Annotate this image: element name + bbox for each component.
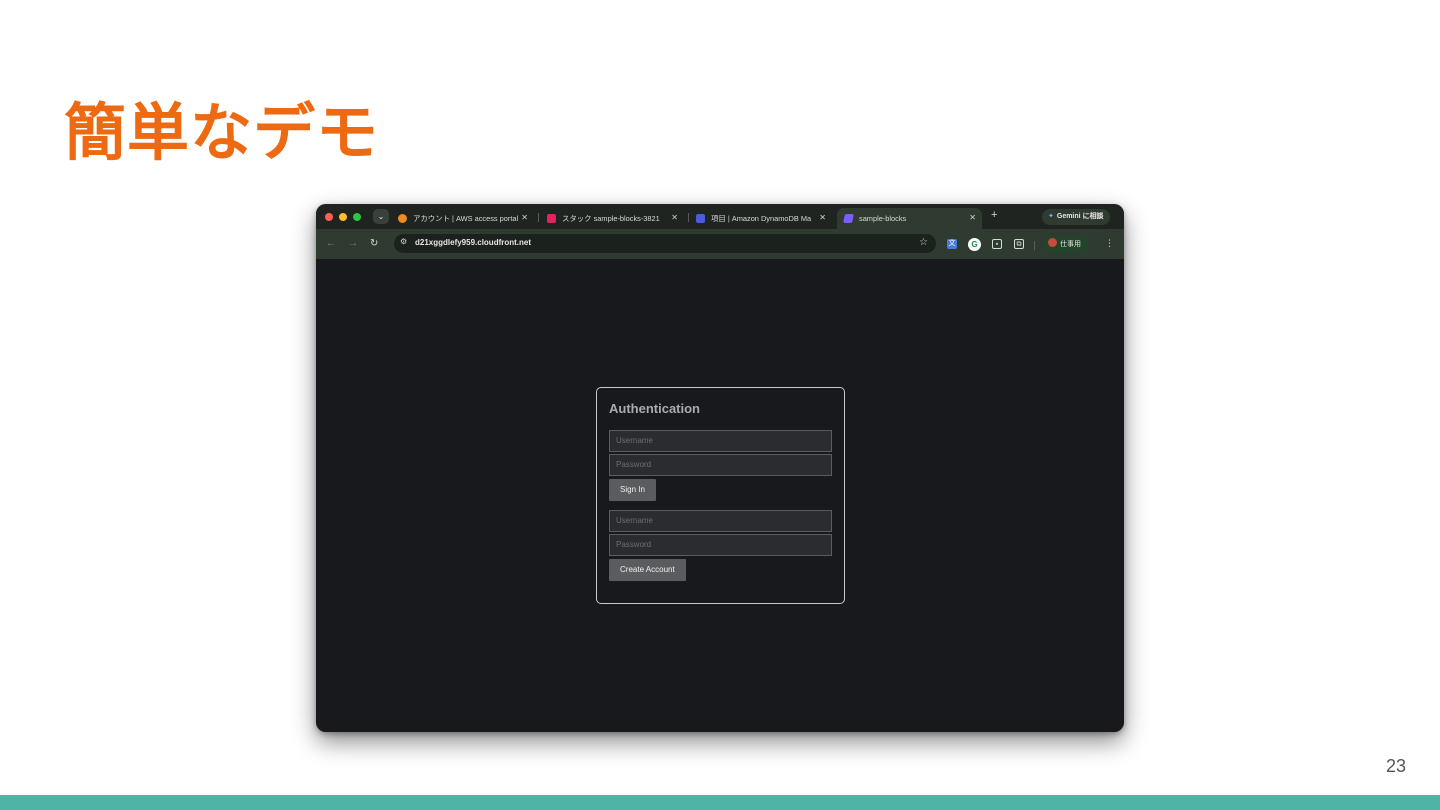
cloudformation-icon — [547, 214, 556, 223]
amplify-icon — [843, 214, 854, 223]
browser-window: ⌄ アカウント | AWS access portal ✕ スタック sampl… — [316, 204, 1124, 732]
tab-label: スタック sample-blocks-3821 — [562, 214, 660, 223]
tab-divider — [688, 213, 689, 222]
profile-button[interactable]: 仕事用 — [1043, 236, 1088, 253]
tab-aws-access-portal[interactable]: アカウント | AWS access portal ✕ — [398, 208, 534, 229]
maximize-window-button[interactable] — [353, 213, 361, 221]
bookmark-star-icon[interactable]: ☆ — [919, 237, 928, 248]
tab-label: sample-blocks — [859, 214, 907, 223]
new-tab-button[interactable]: + — [991, 209, 997, 221]
back-arrow-icon[interactable]: ← — [326, 238, 336, 249]
address-bar[interactable]: ⚙ d21xggdlefy959.cloudfront.net ☆ — [394, 234, 936, 253]
tab-dynamodb-items[interactable]: 項目 | Amazon DynamoDB Ma ✕ — [696, 208, 832, 229]
browser-toolbar: ← → ↻ ⚙ d21xggdlefy959.cloudfront.net ☆ … — [316, 229, 1124, 259]
toolbar-divider — [1034, 241, 1035, 250]
gemini-sparkle-icon: ✦ — [1048, 213, 1054, 220]
aws-cube-icon — [398, 214, 407, 223]
tab-label: 項目 | Amazon DynamoDB Ma — [711, 214, 812, 223]
auth-title: Authentication — [609, 401, 700, 416]
auth-card: Authentication Username Password Sign In… — [596, 387, 845, 604]
close-tab-icon[interactable]: ✕ — [969, 213, 976, 222]
close-tab-icon[interactable]: ✕ — [521, 213, 528, 222]
tab-cloudformation-stack[interactable]: スタック sample-blocks-3821 ✕ — [547, 208, 684, 229]
signin-username-input[interactable]: Username — [609, 430, 832, 452]
grammarly-extension-icon[interactable]: G — [968, 238, 981, 251]
tab-bar: ⌄ アカウント | AWS access portal ✕ スタック sampl… — [316, 204, 1124, 229]
profile-label: 仕事用 — [1060, 241, 1081, 248]
close-tab-icon[interactable]: ✕ — [819, 213, 826, 222]
sign-in-button[interactable]: Sign In — [609, 479, 656, 501]
close-tab-icon[interactable]: ✕ — [671, 213, 678, 222]
translate-extension-icon[interactable]: 文 — [947, 239, 957, 249]
slide-footer-bar — [0, 795, 1440, 810]
close-window-button[interactable] — [325, 213, 333, 221]
slide-page-number: 23 — [1385, 756, 1406, 776]
gemini-button[interactable]: ✦ Gemini に相談 — [1042, 209, 1110, 225]
slide-title: 簡単なデモ — [64, 96, 380, 169]
tab-search-chevron-icon[interactable]: ⌄ — [373, 209, 389, 224]
url-text[interactable]: d21xggdlefy959.cloudfront.net — [415, 238, 531, 247]
tab-sample-blocks[interactable]: sample-blocks ✕ — [837, 208, 982, 229]
page-viewport: Authentication Username Password Sign In… — [316, 259, 1124, 732]
signup-password-input[interactable]: Password — [609, 534, 832, 556]
tab-label: アカウント | AWS access portal — [413, 214, 519, 223]
site-settings-icon[interactable]: ⚙ — [400, 237, 407, 246]
reload-icon[interactable]: ↻ — [370, 238, 378, 249]
minimize-window-button[interactable] — [339, 213, 347, 221]
tab-divider — [538, 213, 539, 222]
create-account-button[interactable]: Create Account — [609, 559, 686, 581]
extensions-puzzle-icon[interactable]: ⧉ — [1014, 239, 1024, 249]
shield-extension-icon[interactable]: ▪ — [992, 239, 1002, 249]
dynamodb-icon — [696, 214, 705, 223]
profile-avatar-icon — [1048, 238, 1057, 247]
gemini-label: Gemini に相談 — [1056, 213, 1104, 220]
signin-password-input[interactable]: Password — [609, 454, 832, 476]
forward-arrow-icon[interactable]: → — [348, 238, 358, 249]
more-menu-icon[interactable]: ⋮ — [1105, 238, 1114, 249]
signup-username-input[interactable]: Username — [609, 510, 832, 532]
